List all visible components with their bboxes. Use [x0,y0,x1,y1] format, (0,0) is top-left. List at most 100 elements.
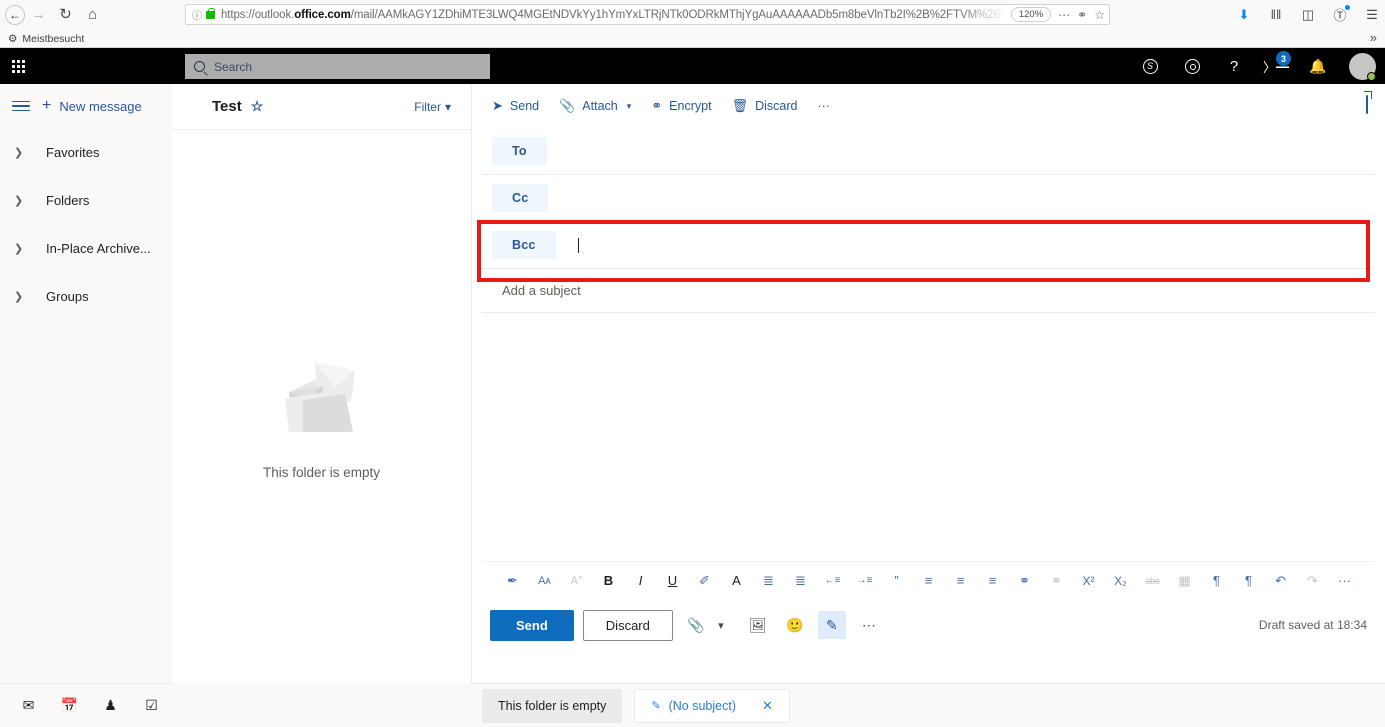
user-avatar[interactable] [1339,48,1385,84]
skype-icon[interactable]: S [1129,48,1171,84]
new-message-button[interactable]: + New message [42,98,142,114]
browser-toolbar-right: ⬇ ‖‖ ◫ Ⓣ ☰ [1235,0,1381,29]
forward-button[interactable]: → [25,1,52,28]
rtl-direction-icon[interactable]: ¶ [1233,566,1265,596]
bold-icon[interactable]: B [593,566,625,596]
back-button[interactable]: ← [5,5,25,25]
subscript-icon[interactable]: X₂ [1105,566,1137,596]
toggle-formatting-icon[interactable]: ✎ [818,611,846,639]
sidebar-icon[interactable]: ◫ [1299,6,1317,24]
downloads-icon[interactable]: ⬇ [1235,6,1253,24]
align-center-icon[interactable]: ≡ [945,566,977,596]
outlook-web-app-window: ← → ↻ ⌂ ⓘ https://outlook.office.com/mai… [0,0,1385,727]
app-launcher-button[interactable] [0,48,36,84]
close-icon[interactable]: ✕ [762,698,773,714]
emoji-icon[interactable]: 🙂 [781,611,809,639]
ltr-direction-icon[interactable]: ¶ [1201,566,1233,596]
address-bar[interactable]: ⓘ https://outlook.office.com/mail/AAMkAG… [185,4,1110,25]
mail-app-icon[interactable]: ✉ [8,684,49,727]
bookmarks-overflow-icon[interactable]: » [1370,30,1377,45]
increase-indent-icon[interactable]: →≡ [849,566,881,596]
superscript-icon[interactable]: X² [1073,566,1105,596]
encrypt-command-button[interactable]: ⚭ Encrypt [641,92,721,120]
send-command-button[interactable]: ➤ Send [482,92,549,120]
notifications-bell-icon[interactable]: 🔔 [1297,48,1339,84]
underline-icon[interactable]: U [657,566,689,596]
to-field-label[interactable]: To [492,137,547,165]
pop-out-button[interactable] [1366,96,1368,114]
chevron-right-icon: ❯ [14,242,26,255]
compose-command-bar: ➤ Send 📎 Attach ▾ ⚭ Encrypt 🗑 Discard ··… [472,84,1385,128]
remove-link-icon[interactable]: ⚭ [1041,566,1073,596]
suite-bar-actions: S ? 〉━ 3 🔔 [1129,48,1385,84]
format-painter-icon[interactable]: ✒ [497,566,529,596]
bottom-bar: ✉ 📅 ♟ ☑ This folder is empty ✎ (No subje… [0,683,1385,727]
tab-this-folder-is-empty[interactable]: This folder is empty [482,689,622,723]
align-right-icon[interactable]: ≡ [977,566,1009,596]
discard-button[interactable]: Discard [583,610,673,641]
settings-gear-icon[interactable] [1171,48,1213,84]
library-icon[interactable]: ‖‖ [1267,6,1285,24]
decrease-indent-icon[interactable]: ←≡ [817,566,849,596]
cc-field-row[interactable]: Cc [482,175,1375,222]
discard-command-button[interactable]: 🗑 Discard [722,92,808,120]
bcc-field-row[interactable]: Bcc [482,222,1375,269]
quote-icon[interactable]: ” [881,566,913,596]
attach-file-icon[interactable]: 📎 [682,611,710,639]
font-color-icon[interactable]: A [721,566,753,596]
people-app-icon[interactable]: ♟ [90,684,131,727]
redo-icon[interactable]: ↷ [1297,566,1329,596]
account-icon[interactable]: Ⓣ [1331,6,1349,24]
more-options-icon[interactable]: ⋯ [855,611,883,639]
star-outline-icon[interactable]: ☆ [251,98,264,115]
ellipsis-icon[interactable]: ⋯ [1058,8,1070,22]
tab-no-subject[interactable]: ✎ (No subject) ✕ [634,689,790,723]
message-list-empty-state: This folder is empty [172,130,471,683]
meet-now-badge: 3 [1276,51,1291,66]
align-left-icon[interactable]: ≡ [913,566,945,596]
more-formatting-icon[interactable]: ··· [1329,566,1361,596]
search-input[interactable]: Search [185,54,490,79]
attach-command-button[interactable]: 📎 Attach ▾ [549,92,641,120]
folder-pane-toggle-icon[interactable] [12,101,30,112]
sidebar-item-groups[interactable]: ❯ Groups [0,272,172,320]
send-button[interactable]: Send [490,610,574,641]
zoom-level-indicator[interactable]: 120% [1011,7,1051,22]
cc-field-label[interactable]: Cc [492,184,548,212]
app-menu-icon[interactable]: ☰ [1363,6,1381,24]
reader-mode-icon[interactable]: ⚭ [1077,8,1087,22]
star-icon[interactable]: ☆ [1094,8,1105,22]
page-info-icon[interactable]: ⓘ [192,7,202,22]
sidebar-header: + New message [0,84,172,128]
sidebar-item-folders[interactable]: ❯ Folders [0,176,172,224]
insert-table-icon[interactable]: ▦ [1169,566,1201,596]
italic-icon[interactable]: I [625,566,657,596]
filter-button[interactable]: Filter ▾ [414,100,451,114]
message-body-editor[interactable] [482,313,1375,561]
insert-link-icon[interactable]: ⚭ [1009,566,1041,596]
bookmark-item-meistbesucht[interactable]: ⚙ Meistbesucht [8,33,84,45]
insert-picture-icon[interactable]: 🖼 [744,611,772,639]
highlight-icon[interactable]: ✐ [689,566,721,596]
reload-button[interactable]: ↻ [52,1,79,28]
subject-field-row[interactable]: Add a subject [482,269,1375,313]
meet-now-icon[interactable]: 〉━ 3 [1255,48,1297,84]
bulleted-list-icon[interactable]: ≣ [753,566,785,596]
sidebar-item-in-place-archive[interactable]: ❯ In-Place Archive... [0,224,172,272]
calendar-app-icon[interactable]: 📅 [49,684,90,727]
sidebar-item-favorites[interactable]: ❯ Favorites [0,128,172,176]
numbered-list-icon[interactable]: ≣ [785,566,817,596]
font-size-grow-icon[interactable]: Aᴀ [529,566,561,596]
bcc-field-label[interactable]: Bcc [492,231,556,259]
more-commands-button[interactable]: ··· [807,93,840,119]
home-button[interactable]: ⌂ [79,1,106,28]
sidebar-item-label: Folders [46,193,89,208]
clear-formatting-icon[interactable]: A° [561,566,593,596]
to-field-row[interactable]: To [482,128,1375,175]
help-icon[interactable]: ? [1213,48,1255,84]
chevron-right-icon: ❯ [14,194,26,207]
strikethrough-icon[interactable]: abc [1137,566,1169,596]
todo-app-icon[interactable]: ☑ [131,684,172,727]
attach-caret-icon[interactable]: ▾ [707,611,735,639]
undo-icon[interactable]: ↶ [1265,566,1297,596]
